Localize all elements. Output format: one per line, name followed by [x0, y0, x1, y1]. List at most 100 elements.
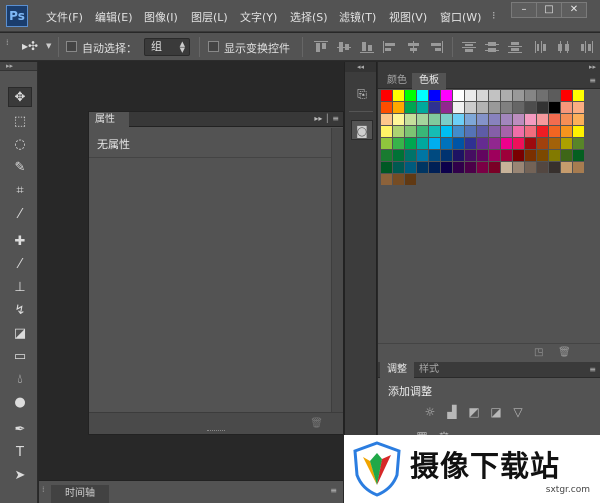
dock-collapse-icon[interactable]: ◂◂	[345, 62, 376, 72]
trash-icon[interactable]: 🗑︎	[310, 418, 323, 429]
show-transform-checkbox[interactable]	[208, 41, 219, 52]
color-swatch[interactable]	[489, 126, 500, 137]
timeline-menu-icon[interactable]: ≡	[330, 486, 337, 495]
color-swatch[interactable]	[549, 114, 560, 125]
color-swatch[interactable]	[381, 114, 392, 125]
color-swatch[interactable]	[429, 126, 440, 137]
distribute-horizontal-center-icon[interactable]	[557, 41, 571, 53]
eyedropper-tool-icon[interactable]: ⁄	[8, 205, 32, 225]
align-bottom-icon[interactable]	[360, 41, 374, 53]
color-swatch[interactable]	[561, 126, 572, 137]
color-swatch[interactable]	[453, 126, 464, 137]
color-swatch[interactable]	[561, 162, 572, 173]
color-swatch[interactable]	[417, 114, 428, 125]
resize-grip[interactable]	[207, 430, 225, 433]
color-swatch[interactable]	[441, 138, 452, 149]
color-swatch[interactable]	[393, 126, 404, 137]
color-swatch[interactable]	[381, 90, 392, 101]
color-swatch[interactable]	[537, 102, 548, 113]
color-swatch[interactable]	[381, 126, 392, 137]
tab-adjustments[interactable]: 调整	[380, 362, 414, 378]
color-swatch[interactable]	[513, 162, 524, 173]
color-swatch[interactable]	[573, 102, 584, 113]
color-swatch[interactable]	[453, 162, 464, 173]
menu-type[interactable]: 文字(Y)	[240, 9, 277, 25]
brush-tool-icon[interactable]: ⁄	[8, 255, 32, 275]
color-swatch[interactable]	[477, 138, 488, 149]
panel-menu-icon[interactable]: ▸▸ │ ≡	[314, 114, 339, 123]
healing-brush-tool-icon[interactable]: ✚	[8, 232, 32, 252]
color-swatch[interactable]	[465, 150, 476, 161]
color-swatch[interactable]	[429, 150, 440, 161]
auto-select-checkbox[interactable]	[66, 41, 77, 52]
color-swatch[interactable]	[477, 162, 488, 173]
color-swatch[interactable]	[573, 114, 584, 125]
color-swatch[interactable]	[393, 102, 404, 113]
properties-scrollbar[interactable]	[331, 128, 343, 412]
color-swatch[interactable]	[381, 102, 392, 113]
color-swatch[interactable]	[429, 102, 440, 113]
menu-view[interactable]: 视图(V)	[389, 9, 427, 25]
eraser-tool-icon[interactable]: ◪	[8, 324, 32, 344]
menu-window[interactable]: 窗口(W)	[440, 9, 481, 25]
color-swatch[interactable]	[477, 150, 488, 161]
color-swatch[interactable]	[573, 126, 584, 137]
clone-stamp-tool-icon[interactable]: ⊥	[8, 278, 32, 298]
color-swatch[interactable]	[501, 150, 512, 161]
color-swatch[interactable]	[405, 102, 416, 113]
color-swatch[interactable]	[381, 174, 392, 185]
color-swatch[interactable]	[525, 126, 536, 137]
gradient-tool-icon[interactable]: ▭	[8, 347, 32, 367]
panel-menu-icon[interactable]: ≡	[589, 365, 596, 374]
color-swatch[interactable]	[489, 90, 500, 101]
crop-tool-icon[interactable]: ⌗	[8, 181, 32, 201]
color-swatch[interactable]	[561, 114, 572, 125]
color-swatch[interactable]	[405, 150, 416, 161]
path-selection-tool-icon[interactable]: ➤	[8, 466, 32, 486]
color-swatch[interactable]	[501, 162, 512, 173]
color-swatch[interactable]	[549, 90, 560, 101]
color-swatch[interactable]	[573, 162, 584, 173]
color-swatch[interactable]	[453, 114, 464, 125]
color-swatch[interactable]	[477, 102, 488, 113]
color-swatch[interactable]	[465, 102, 476, 113]
color-swatch[interactable]	[549, 138, 560, 149]
minimize-button[interactable]: –	[511, 2, 537, 18]
history-brush-tool-icon[interactable]: ↯	[8, 301, 32, 321]
tab-swatches[interactable]: 色板	[412, 73, 446, 89]
color-swatch[interactable]	[501, 138, 512, 149]
color-swatch[interactable]	[477, 90, 488, 101]
color-swatch[interactable]	[417, 90, 428, 101]
distribute-bottom-icon[interactable]	[508, 41, 522, 53]
align-vertical-center-icon[interactable]	[337, 41, 351, 53]
color-swatch[interactable]	[429, 90, 440, 101]
layers-panel-icon[interactable]: ◙	[351, 120, 373, 140]
quick-select-tool-icon[interactable]: ✎	[8, 158, 32, 178]
color-swatch[interactable]	[501, 90, 512, 101]
color-swatch[interactable]	[525, 114, 536, 125]
vibrance-icon[interactable]: ▽	[510, 405, 526, 419]
color-swatch[interactable]	[573, 150, 584, 161]
align-right-icon[interactable]	[429, 41, 443, 53]
color-swatch[interactable]	[405, 90, 416, 101]
menu-layer[interactable]: 图层(L)	[191, 9, 228, 25]
color-swatch[interactable]	[477, 114, 488, 125]
color-swatch[interactable]	[477, 126, 488, 137]
color-swatch[interactable]	[393, 138, 404, 149]
color-swatch[interactable]	[489, 138, 500, 149]
timeline-tab[interactable]: 时间轴	[51, 485, 109, 503]
properties-tab[interactable]: 属性	[89, 112, 129, 127]
color-swatch[interactable]	[513, 102, 524, 113]
right-panel-collapse-icon[interactable]: ▸▸	[378, 62, 600, 73]
color-swatch[interactable]	[441, 114, 452, 125]
color-swatch[interactable]	[405, 126, 416, 137]
new-swatch-icon[interactable]: ◳	[534, 347, 543, 358]
auto-select-dropdown[interactable]: 组 ▲ ▼	[144, 38, 190, 56]
color-swatch[interactable]	[525, 90, 536, 101]
color-swatch[interactable]	[501, 126, 512, 137]
color-swatch[interactable]	[561, 102, 572, 113]
color-swatch[interactable]	[549, 126, 560, 137]
color-swatch[interactable]	[489, 114, 500, 125]
color-swatch[interactable]	[429, 138, 440, 149]
color-swatch[interactable]	[393, 114, 404, 125]
